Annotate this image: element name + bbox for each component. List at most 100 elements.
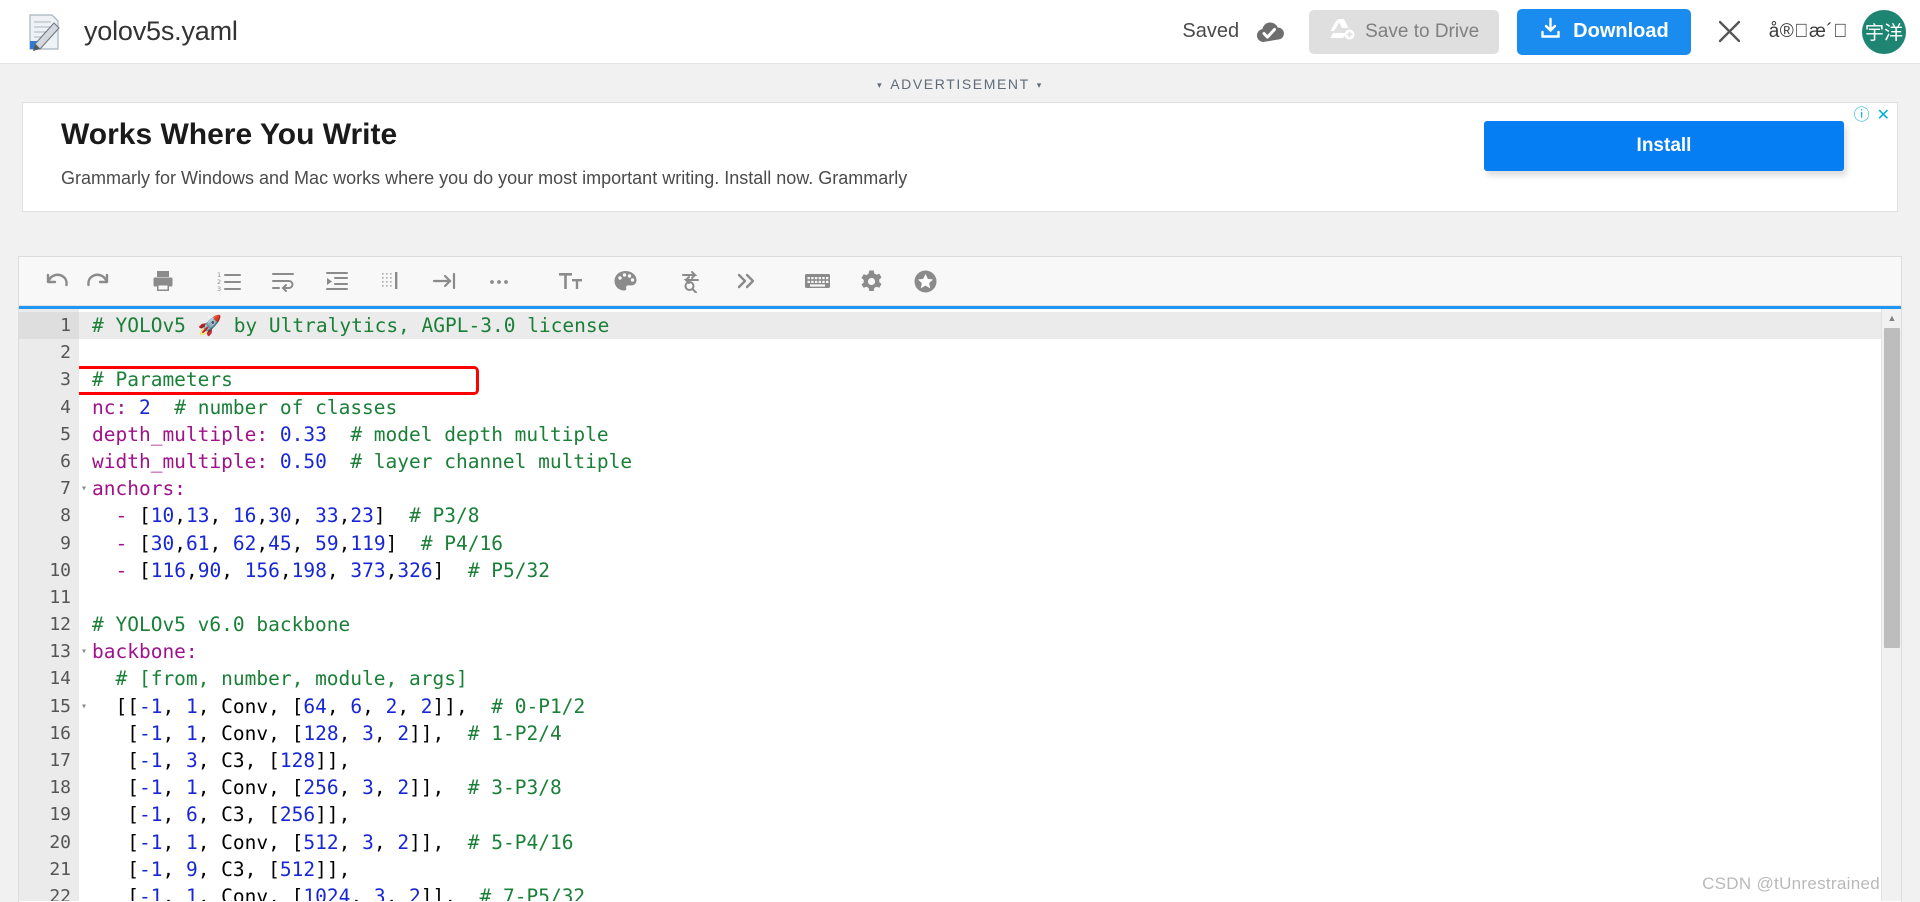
code-token: # model depth multiple — [350, 422, 609, 446]
star-icon[interactable] — [905, 261, 945, 301]
document-pencil-icon — [16, 4, 72, 60]
line-number-gutter: 1234567▾8910111213▾1415▾1617181920212223 — [19, 309, 87, 901]
download-button[interactable]: Download — [1517, 8, 1691, 55]
more-options-icon[interactable] — [479, 261, 519, 301]
code-token: [ — [92, 803, 139, 827]
app-header: yolov5s.yaml Saved Save to Drive Downloa… — [0, 0, 1920, 64]
code-line[interactable]: [[-1, 1, Conv, [64, 6, 2, 2]], # 0-P1/2 — [79, 693, 1901, 720]
scrollbar-thumb[interactable] — [1884, 328, 1900, 648]
scroll-up-arrow-icon[interactable]: ▲ — [1882, 309, 1901, 327]
color-palette-icon[interactable] — [605, 261, 645, 301]
wrap-lines-icon[interactable] — [263, 261, 303, 301]
code-token: ]], — [315, 857, 351, 881]
code-token: 3 — [362, 721, 374, 745]
code-line[interactable]: [-1, 3, C3, [128]], — [79, 747, 1901, 774]
code-token: 2 — [397, 721, 410, 745]
vertical-scrollbar[interactable]: ▲ — [1881, 309, 1901, 901]
code-line[interactable] — [79, 339, 1901, 366]
code-line[interactable]: # YOLOv5 v6.0 backbone — [79, 611, 1901, 638]
save-to-drive-label: Save to Drive — [1365, 20, 1480, 42]
code-token: , — [209, 504, 233, 528]
code-line[interactable]: [-1, 9, C3, [512]], — [79, 856, 1901, 883]
keyboard-icon[interactable] — [797, 261, 837, 301]
code-line[interactable]: [-1, 1, Conv, [512, 3, 2]], # 5-P4/16 — [79, 829, 1901, 856]
code-token: 373 — [350, 558, 386, 582]
code-token: , — [221, 558, 245, 582]
code-token: , — [338, 504, 351, 528]
chevron-double-right-icon[interactable] — [725, 261, 765, 301]
show-invisibles-icon[interactable] — [371, 261, 411, 301]
tab-icon[interactable] — [425, 261, 465, 301]
code-token: # 7-P5/32 — [479, 884, 586, 901]
undo-icon[interactable] — [37, 261, 77, 301]
code-token: 13 — [185, 504, 210, 528]
code-line[interactable]: backbone: — [79, 638, 1901, 665]
code-token: ]], — [409, 721, 445, 745]
redo-icon[interactable] — [77, 261, 117, 301]
code-token: 🚀 — [197, 314, 222, 337]
ad-subtext: Grammarly for Windows and Mac works wher… — [61, 168, 908, 188]
code-line[interactable]: # YOLOv5 🚀 by Ultralytics, AGPL-3.0 lice… — [79, 312, 1901, 340]
saved-status-label: Saved — [1182, 20, 1240, 42]
code-line[interactable]: depth_multiple: 0.33 # model depth multi… — [79, 421, 1901, 448]
code-token: , — [279, 558, 292, 582]
print-icon[interactable] — [143, 261, 183, 301]
code-token: , — [362, 694, 386, 718]
code-token: # YOLOv5 — [92, 314, 198, 337]
code-token: # number of classes — [174, 395, 398, 419]
code-line[interactable]: - [10,13, 16,30, 33,23] # P3/8 — [79, 502, 1901, 529]
code-line[interactable]: [-1, 1, Conv, [256, 3, 2]], # 3-P3/8 — [79, 774, 1901, 801]
avatar-initials: 宇洋 — [1864, 23, 1903, 44]
code-token: 1024 — [303, 884, 351, 901]
code-line[interactable]: [-1, 6, C3, [256]], — [79, 801, 1901, 828]
account-name-label: å® æ´  — [1768, 20, 1848, 42]
ad-close-icon[interactable]: ✕ — [1877, 108, 1890, 124]
code-token: , — [162, 884, 186, 901]
code-line[interactable]: [-1, 1, Conv, [1024, 3, 2]], # 7-P5/32 — [79, 883, 1901, 901]
code-token: 256 — [279, 803, 316, 827]
code-token: 6 — [185, 803, 198, 827]
code-token: , — [338, 531, 351, 555]
indent-icon[interactable] — [317, 261, 357, 301]
font-size-icon[interactable] — [551, 261, 591, 301]
code-token: 198 — [291, 558, 327, 582]
advertisement-text: ADVERTISEMENT — [890, 76, 1030, 92]
document-title: yolov5s.yaml — [84, 16, 238, 46]
code-token: ]], — [420, 884, 457, 901]
code-token: , — [373, 830, 398, 854]
ad-install-button[interactable]: Install — [1484, 121, 1844, 171]
code-token: 128 — [303, 721, 339, 745]
line-number: 13 ▾ — [19, 638, 87, 665]
find-replace-icon[interactable] — [671, 261, 711, 301]
code-line[interactable]: nc: 2 # number of classes — [79, 394, 1901, 421]
code-token: depth_multiple: — [92, 422, 269, 446]
code-token: , Conv, [ — [197, 694, 304, 718]
code-line[interactable]: - [116,90, 156,198, 373,326] # P5/32 — [79, 557, 1901, 584]
line-number: 3 — [60, 369, 71, 391]
advertisement-banner[interactable]: ⓘ ✕ Works Where You Write Grammarly for … — [22, 102, 1898, 212]
close-x-icon[interactable] — [1713, 15, 1747, 49]
code-line[interactable]: [-1, 1, Conv, [128, 3, 2]], # 1-P2/4 — [79, 720, 1901, 747]
code-token: , C3, [ — [197, 857, 280, 881]
line-number: 21 — [49, 858, 71, 880]
code-token: 2 — [397, 776, 410, 800]
code-line[interactable]: anchors: — [79, 475, 1901, 502]
code-area[interactable]: 1234567▾8910111213▾1415▾1617181920212223… — [19, 309, 1901, 901]
avatar[interactable]: 宇洋 — [1862, 9, 1906, 54]
code-line[interactable]: # Parameters — [79, 366, 1901, 393]
code-content[interactable]: # YOLOv5 🚀 by Ultralytics, AGPL-3.0 lice… — [79, 309, 1901, 901]
numbered-list-icon[interactable]: 1 2 3 — [209, 261, 249, 301]
save-to-drive-button[interactable]: Save to Drive — [1309, 9, 1500, 54]
code-token: - — [115, 531, 128, 555]
code-token: , — [162, 803, 186, 827]
code-token: ]], — [432, 694, 468, 718]
code-line[interactable]: width_multiple: 0.50 # layer channel mul… — [79, 448, 1901, 475]
code-line[interactable]: # [from, number, module, args] — [79, 665, 1901, 692]
code-line[interactable]: - [30,61, 62,45, 59,119] # P4/16 — [79, 530, 1901, 557]
settings-gear-icon[interactable] — [851, 261, 891, 301]
line-number: 20 — [49, 831, 71, 853]
ad-info-icon[interactable]: ⓘ — [1854, 108, 1870, 124]
code-line[interactable] — [79, 584, 1901, 611]
